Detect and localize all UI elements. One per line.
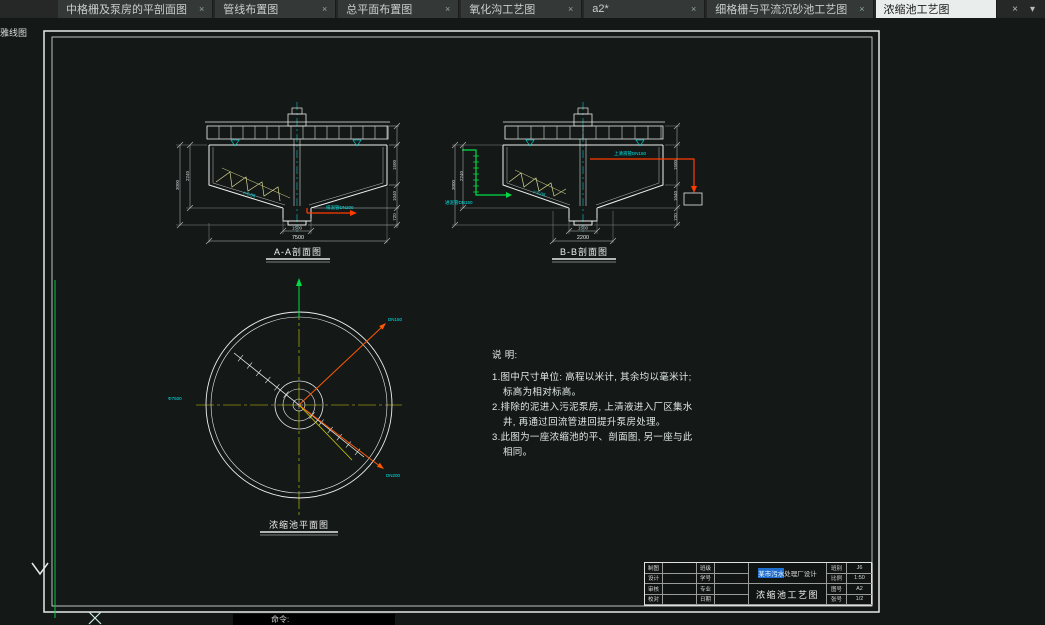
dim-label: 720 — [673, 213, 678, 221]
dim-label: 1040 — [673, 190, 678, 201]
tab-zhonggeshan-bengfang[interactable]: 中格栅及泵房的平剖面图 × — [58, 0, 214, 18]
dim-label: 2200 — [577, 235, 589, 241]
dim-label: 2240 — [459, 170, 464, 181]
titleblock-cell — [715, 584, 749, 595]
drawing-tab-bar: 中格栅及泵房的平剖面图 × 管线布置图 × 总平面布置图 × 氧化沟工艺图 × … — [0, 0, 1045, 19]
titleblock-drawing-name: 浓缩池工艺图 — [749, 584, 827, 605]
titleblock-cell: 学号 — [697, 573, 715, 584]
sheet-frame — [43, 30, 880, 613]
titleblock-cell: 制图 — [645, 563, 663, 574]
tab-close-icon[interactable]: × — [199, 4, 204, 14]
dim-label: 2240 — [185, 170, 190, 181]
note-line: 井, 再通过回流管进回提升泵房处理。 — [503, 417, 666, 428]
tab-close-icon[interactable]: × — [859, 4, 864, 14]
pipe-label: 上清液管DN150 — [614, 150, 647, 157]
titleblock-cell: 班别 — [827, 563, 847, 574]
dim-label: 1500 — [292, 226, 303, 231]
dim-label: 1500 — [392, 159, 397, 170]
tab-label: 氧化沟工艺图 — [469, 4, 536, 16]
titleblock-cell: 设计 — [645, 573, 663, 584]
titleblock-cell — [663, 573, 697, 584]
section-aa-drawing: 2240 3000 1500 1040 720 1500 7500 i=0.05… — [175, 102, 401, 263]
titleblock-cell: 张号 — [827, 594, 847, 605]
titleblock-cell — [663, 584, 697, 595]
dim-label: 1040 — [392, 190, 397, 201]
tabbar-lead-spacer — [0, 0, 58, 18]
plan-view-drawing: Φ7500 DN150 DN200 浓缩池平面图 — [168, 278, 403, 536]
tab-label: 细格栅与平流沉砂池工艺图 — [715, 4, 848, 16]
chevron-marker-icon — [31, 562, 49, 576]
note-line: 1.图中尺寸单位: 高程以米计, 其余均以毫米计; — [492, 372, 692, 383]
note-line: 2.排除的泥进入污泥泵房, 上清液进入厂区集水 — [492, 402, 693, 413]
tab-menu-chevron-icon[interactable]: ▾ — [1030, 4, 1035, 15]
titleblock-cell — [663, 563, 697, 574]
titleblock-cell — [715, 594, 749, 605]
notes-block: 说 明: 1.图中尺寸单位: 高程以米计, 其余均以毫米计; 标高为相对标高。 … — [492, 348, 747, 460]
titleblock-cell: 比例 — [827, 573, 847, 584]
section-aa-title: A-A剖面图 — [274, 246, 322, 257]
tab-a2[interactable]: a2* × — [584, 0, 706, 18]
tab-close-icon[interactable]: × — [568, 4, 573, 14]
pipe-label: 排泥管DN200 — [326, 204, 354, 211]
drawing-canvas[interactable]: 2240 3000 1500 1040 720 1500 7500 i=0.05… — [0, 18, 1045, 625]
tab-label: 总平面布置图 — [346, 4, 413, 16]
tab-close-icon[interactable]: × — [322, 4, 327, 14]
viewport-label: 雅线图 — [0, 28, 28, 38]
dim-label: Φ7500 — [168, 396, 182, 401]
dim-label: 1500 — [578, 226, 589, 231]
tab-xigeshan-chenshachi[interactable]: 细格栅与平流沉砂池工艺图 × — [707, 0, 874, 18]
plan-view-title: 浓缩池平面图 — [269, 519, 329, 530]
titleblock-cell — [715, 563, 749, 574]
tab-close-icon[interactable]: × — [445, 4, 450, 14]
section-bb-title: B-B剖面图 — [560, 246, 608, 257]
titleblock-cell — [715, 573, 749, 584]
note-line: 3.此图为一座浓缩池的平、剖面图, 另一座与此 — [492, 432, 693, 443]
titleblock-cell: 班级 — [697, 563, 715, 574]
titleblock-cell: 图号 — [827, 584, 847, 595]
titleblock-cell: J6 — [847, 563, 873, 574]
tab-nongsuochi-active[interactable]: 浓缩池工艺图 — [875, 0, 997, 18]
title-block: 制图 班级 设计 学号 审核 专业 校对 日期 某市污水 处理厂设计 浓缩池工艺图… — [644, 562, 873, 606]
pipe-label: DN200 — [386, 473, 401, 478]
titleblock-project-highlight: 某市污水 — [758, 568, 785, 578]
section-bb-drawing: 2240 3000 1500 1040 720 1500 2200 i=0.05… — [445, 102, 703, 263]
note-line: 相同。 — [503, 447, 533, 458]
pipe-label: DN150 — [388, 317, 403, 322]
command-bar[interactable]: 命令: — [233, 614, 395, 625]
titleblock-cell: 日期 — [697, 594, 715, 605]
tab-label: a2* — [592, 3, 609, 15]
notes-title: 说 明: — [492, 350, 518, 361]
titleblock-cell: A2 — [847, 584, 873, 595]
titleblock-cell: 1/2 — [847, 594, 873, 605]
titleblock-cell — [663, 594, 697, 605]
crosshair-cursor — [88, 611, 102, 625]
dim-label: 3000 — [175, 179, 180, 190]
dim-label: 3000 — [451, 179, 456, 190]
pipe-label: 进泥管DN150 — [445, 199, 473, 206]
titleblock-cell: 校对 — [645, 594, 663, 605]
note-line: 标高为相对标高。 — [503, 387, 582, 398]
dim-label: 1500 — [673, 159, 678, 170]
titleblock-cell: 审核 — [645, 584, 663, 595]
tab-yanghuagou[interactable]: 氧化沟工艺图 × — [461, 0, 583, 18]
tab-label: 管线布置图 — [223, 4, 279, 16]
tab-label: 浓缩池工艺图 — [883, 4, 950, 16]
tabbar-controls: × ▾ — [1002, 0, 1045, 18]
dim-label: 720 — [392, 213, 397, 221]
tab-zongpingmian-buzhi[interactable]: 总平面布置图 × — [338, 0, 460, 18]
titleblock-project-rest: 处理厂设计 — [784, 571, 817, 578]
titleblock-project: 某市污水 处理厂设计 — [749, 563, 827, 584]
titleblock-cell: 专业 — [697, 584, 715, 595]
dim-label: 7500 — [292, 235, 304, 241]
tab-label: 中格栅及泵房的平剖面图 — [66, 4, 187, 16]
model-space[interactable]: 2240 3000 1500 1040 720 1500 7500 i=0.05… — [0, 18, 1045, 625]
titleblock-cell: 1:50 — [847, 573, 873, 584]
close-tab-icon[interactable]: × — [1012, 4, 1018, 15]
tab-close-icon[interactable]: × — [691, 4, 696, 14]
tab-guanxian-buzhi[interactable]: 管线布置图 × — [215, 0, 337, 18]
